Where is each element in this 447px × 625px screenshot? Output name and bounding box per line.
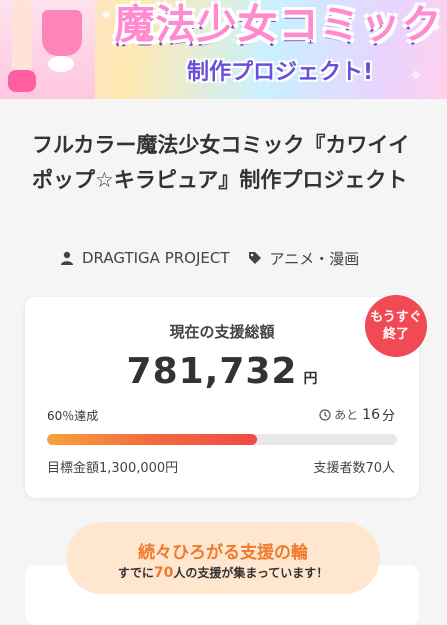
- support-ring-bubble: 続々ひろがる支援の輪 すでに70人の支援が集まっています！: [66, 522, 380, 594]
- goal-amount: 目標金額1,300,000円: [47, 461, 179, 476]
- time-remaining: あと 16 分: [319, 405, 395, 424]
- support-amount: 781,732 円: [25, 351, 419, 392]
- backer-count: 支援者数70人: [313, 461, 395, 476]
- achievement-rate: 60％達成: [47, 407, 98, 424]
- sparkle-icon: ✧: [410, 68, 422, 84]
- remaining-prefix: あと: [334, 408, 359, 422]
- support-ring-suffix: 人の支援が集まっています！: [173, 566, 329, 580]
- remaining-unit: 分: [381, 409, 395, 424]
- project-banner: ✦ ✦ ✧ 魔法少女コミック 制作プロジェクト!: [0, 0, 447, 99]
- banner-character-illustration: [0, 0, 95, 99]
- badge-line-2: 終了: [382, 327, 409, 342]
- progress-bar: [47, 434, 397, 445]
- person-icon: [61, 251, 73, 265]
- badge-line-1: もうすぐ: [370, 310, 422, 325]
- support-ring-prefix: すでに: [117, 566, 154, 580]
- page-title: フルカラー魔法少女コミック『カワイイポップ☆キラピュア』制作プロジェクト: [32, 133, 410, 192]
- banner-subtitle: 制作プロジェクト!: [186, 60, 374, 85]
- remaining-value: 16: [362, 406, 380, 423]
- project-meta: DRAGTIGA PROJECT アニメ・漫画: [60, 247, 359, 269]
- tag-icon: [248, 252, 261, 264]
- support-ring-title: 続々ひろがる支援の輪: [138, 543, 308, 563]
- funding-card: 現在の支援総額 781,732 円 もうすぐ 終了 60％達成 あと 16 分 目…: [25, 295, 427, 498]
- support-ring-count: 70: [153, 565, 174, 581]
- achievement-percent: 60: [47, 409, 63, 423]
- banner-title: 魔法少女コミック: [114, 2, 443, 48]
- category-link[interactable]: アニメ・漫画: [270, 248, 360, 269]
- currency-label: 円: [303, 371, 318, 387]
- progress-bar-fill: [47, 434, 257, 445]
- achievement-suffix: ％達成: [62, 409, 99, 423]
- owner-link[interactable]: DRAGTIGA PROJECT: [82, 249, 230, 267]
- ending-soon-badge: もうすぐ 終了: [365, 295, 427, 357]
- support-ring-message: すでに70人の支援が集まっています！: [66, 564, 380, 581]
- clock-icon: [319, 408, 331, 421]
- amount-value: 781,732: [126, 351, 298, 392]
- support-total-label: 現在の支援総額: [169, 323, 275, 341]
